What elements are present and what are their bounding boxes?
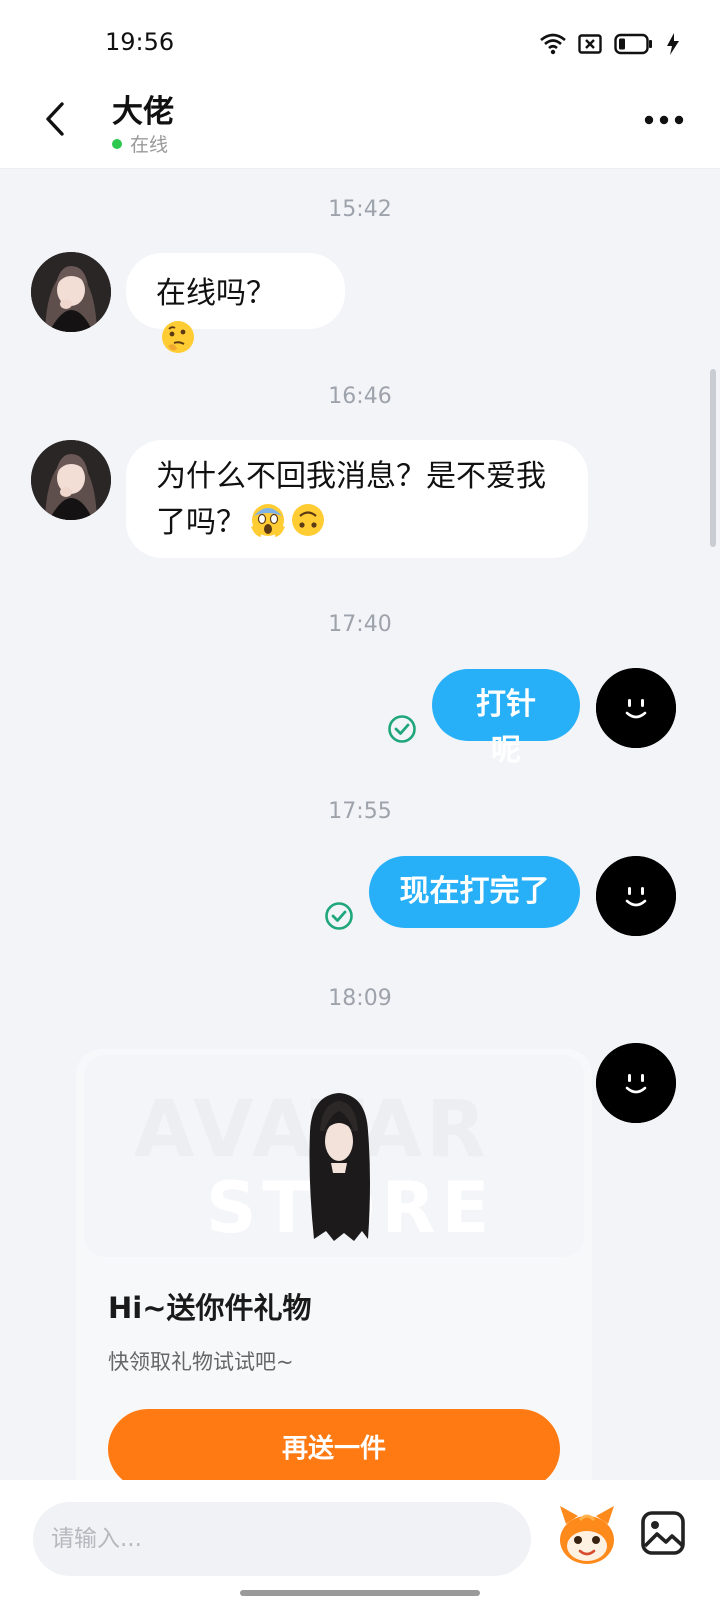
image-icon (641, 1511, 685, 1555)
smiley-face-icon (596, 668, 676, 748)
my-avatar[interactable] (596, 1043, 676, 1123)
sim-blocked-icon (578, 34, 602, 54)
message-timestamp: 16:46 (328, 384, 392, 409)
smiley-face-icon (596, 1043, 676, 1123)
charging-bolt-icon (667, 33, 679, 55)
my-avatar[interactable] (596, 856, 676, 936)
incoming-message-bubble[interactable]: 为什么不回我消息？是不爱我 了吗？ (126, 440, 588, 558)
message-timestamp: 15:42 (328, 197, 392, 222)
online-status: 在线 (112, 130, 168, 157)
battery-icon (614, 33, 652, 55)
gift-card[interactable]: AVATAR STORE Hi~送你件礼物 快领取礼物试试吧~ 再送一件 (76, 1049, 592, 1480)
message-text-line: 为什么不回我消息？是不爱我 (156, 459, 546, 494)
status-time: 19:56 (105, 28, 175, 56)
chat-message-list[interactable]: 15:42 在线吗？ 16:46 为什么不回我消息？是不爱我 了吗？ 17:40… (0, 169, 720, 1480)
my-avatar[interactable] (596, 668, 676, 748)
status-icons (540, 30, 680, 58)
message-input-bar (0, 1480, 720, 1600)
message-timestamp: 17:55 (328, 799, 392, 824)
back-button[interactable] (30, 94, 80, 144)
contact-name: 大佬 (112, 94, 174, 130)
gift-banner-image: AVATAR STORE (84, 1055, 584, 1257)
message-text: 在线吗？ (156, 276, 276, 311)
face-screaming-in-fear-icon (251, 504, 285, 537)
message-timestamp: 18:09 (328, 986, 392, 1011)
check-circle-icon (325, 902, 353, 930)
message-text: 打针呢 (476, 687, 536, 768)
home-indicator[interactable] (240, 1590, 480, 1596)
check-circle-icon (388, 715, 416, 743)
image-picker-button[interactable] (638, 1508, 688, 1558)
message-text: 现在打完了 (399, 874, 550, 909)
contact-avatar-image (31, 440, 111, 520)
more-options-button[interactable] (634, 98, 694, 142)
more-dots-icon (644, 115, 684, 125)
contact-avatar[interactable] (31, 252, 111, 332)
message-input[interactable] (33, 1502, 531, 1576)
upside-down-face-icon (292, 504, 324, 536)
chat-header: 大佬 在线 (0, 80, 720, 169)
online-status-label: 在线 (130, 134, 169, 156)
outgoing-message-bubble[interactable]: 打针呢 (432, 669, 580, 768)
contact-avatar[interactable] (31, 440, 111, 520)
sticker-button[interactable] (556, 1502, 618, 1570)
smiley-face-icon (596, 856, 676, 936)
message-timestamp: 17:40 (328, 612, 392, 637)
avatar-hair-figure (309, 1093, 370, 1241)
thinking-face-icon (162, 321, 194, 353)
wifi-icon (540, 33, 566, 55)
gift-card-description: 快领取礼物试试吧~ (108, 1350, 294, 1374)
contact-avatar-image (31, 252, 111, 332)
mascot-icon (560, 1506, 614, 1564)
gift-card-title: Hi~送你件礼物 (108, 1291, 312, 1325)
send-another-gift-button[interactable]: 再送一件 (108, 1409, 560, 1480)
message-text-line-2: 了吗？ (156, 500, 558, 546)
incoming-message-bubble[interactable]: 在线吗？ (126, 253, 345, 353)
outgoing-message-bubble[interactable]: 现在打完了 (369, 856, 580, 928)
status-bar: 19:56 (0, 0, 720, 80)
online-dot (112, 138, 122, 149)
chevron-left-icon (46, 102, 64, 136)
